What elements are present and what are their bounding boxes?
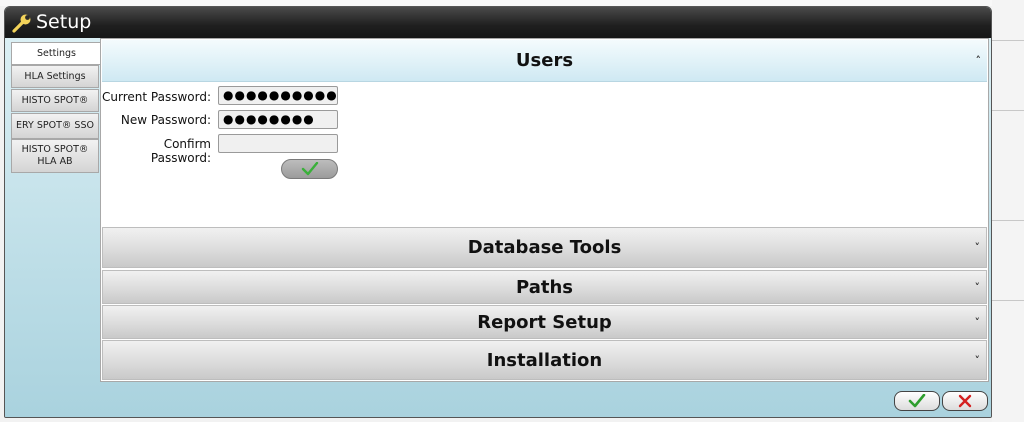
cancel-button[interactable] xyxy=(942,391,988,411)
current-password-label: Current Password: xyxy=(102,90,211,104)
x-icon xyxy=(958,394,972,408)
installation-section-header[interactable]: Installation ˅ xyxy=(102,340,987,380)
chevron-down-icon: ˅ xyxy=(974,280,981,294)
settings-panel: Users ˄ Current Password: ●●●●●●●●●●● Ne… xyxy=(100,38,989,382)
chevron-down-icon: ˅ xyxy=(974,315,981,329)
installation-section-title: Installation xyxy=(486,349,603,371)
new-password-label: New Password: xyxy=(120,113,211,127)
database-tools-section-header[interactable]: Database Tools ˅ xyxy=(102,227,987,268)
current-password-field[interactable]: ●●●●●●●●●●● xyxy=(218,86,338,105)
tab-histo-spot[interactable]: HISTO SPOT® xyxy=(11,89,99,112)
report-setup-section-header[interactable]: Report Setup ˅ xyxy=(102,305,987,339)
chevron-down-icon: ˅ xyxy=(974,353,981,367)
wrench-icon xyxy=(12,14,31,33)
setup-window: Setup Settings HLA Settings HISTO SPOT® … xyxy=(4,6,992,418)
tab-hla-settings[interactable]: HLA Settings xyxy=(11,65,99,88)
confirm-password-button[interactable] xyxy=(281,159,338,179)
paths-section-title: Paths xyxy=(516,276,573,298)
new-password-field[interactable]: ●●●●●●●● xyxy=(218,110,338,129)
paths-section-header[interactable]: Paths ˅ xyxy=(102,270,987,304)
users-section-title: Users xyxy=(515,50,574,71)
title-bar[interactable]: Setup xyxy=(5,7,991,38)
report-setup-section-title: Report Setup xyxy=(477,311,612,333)
check-icon xyxy=(908,394,926,408)
chevron-up-icon: ˄ xyxy=(975,54,982,67)
check-icon xyxy=(301,162,318,176)
confirm-password-label: Confirm Password: xyxy=(150,137,211,165)
tab-ery-spot-sso[interactable]: ERY SPOT® SSO xyxy=(11,113,99,139)
tab-settings[interactable]: Settings xyxy=(11,42,101,65)
database-tools-section-title: Database Tools xyxy=(467,237,622,258)
chevron-down-icon: ˅ xyxy=(974,241,981,254)
confirm-password-field[interactable] xyxy=(218,134,338,153)
users-section-header[interactable]: Users ˄ xyxy=(102,40,987,82)
setup-body: Settings HLA Settings HISTO SPOT® ERY SP… xyxy=(5,38,991,417)
window-title: Setup xyxy=(36,11,92,33)
background-window xyxy=(992,0,1024,422)
tab-histo-spot-hla-ab[interactable]: HISTO SPOT® HLA AB xyxy=(11,139,99,173)
ok-button[interactable] xyxy=(894,391,940,411)
